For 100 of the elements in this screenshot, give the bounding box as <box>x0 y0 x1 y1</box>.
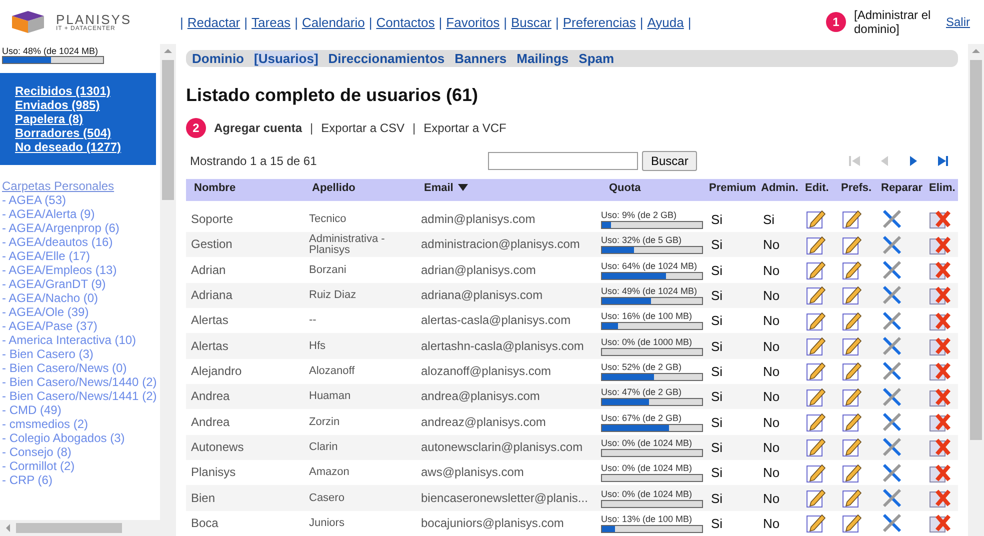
folder-link[interactable]: - AGEA/Empleos (13) <box>0 263 160 277</box>
tab[interactable]: Mailings <box>516 51 569 66</box>
search-button[interactable]: Buscar <box>642 150 698 171</box>
action-link[interactable]: Exportar a VCF <box>424 121 506 135</box>
scrollbar-thumb[interactable] <box>16 523 122 533</box>
folder-link[interactable]: - AGEA/Alerta (9) <box>0 207 160 221</box>
folder-link[interactable]: - AGEA/deautos (16) <box>0 235 160 249</box>
edit-button[interactable] <box>805 411 827 434</box>
folder-link[interactable]: - Bien Casero/News (0) <box>0 361 160 375</box>
prefs-button[interactable] <box>841 512 863 534</box>
edit-button[interactable] <box>805 360 827 382</box>
prefs-button[interactable] <box>841 411 863 434</box>
prefs-button[interactable] <box>841 436 863 458</box>
menu-link[interactable]: Contactos <box>376 14 435 30</box>
menu-link[interactable]: Favoritos <box>446 14 500 30</box>
folder-link[interactable]: - Cormillot (2) <box>0 459 160 473</box>
folder-link[interactable]: - AGEA/Pase (37) <box>0 319 160 333</box>
vertical-scrollbar[interactable] <box>968 44 984 536</box>
mailbox-link[interactable]: Borradores (504) <box>15 126 156 140</box>
column-header[interactable]: Email <box>416 182 468 194</box>
scrollbar-thumb[interactable] <box>162 60 174 200</box>
mailbox-link[interactable]: Papelera (8) <box>15 112 156 126</box>
prefs-button[interactable] <box>841 208 863 230</box>
tab[interactable]: [Usuarios] <box>254 51 318 66</box>
prefs-button[interactable] <box>841 310 863 332</box>
prefs-button[interactable] <box>841 234 863 256</box>
edit-button[interactable] <box>805 234 827 256</box>
sort-down-icon[interactable] <box>458 184 468 192</box>
up-arrow-icon[interactable] <box>164 47 172 55</box>
menu-link[interactable]: Tareas <box>252 14 291 30</box>
repair-button[interactable] <box>881 335 903 358</box>
tab[interactable]: Banners <box>454 51 507 66</box>
folder-link[interactable]: - AGEA/GranDT (9) <box>0 277 160 291</box>
repair-button[interactable] <box>881 411 903 434</box>
prefs-button[interactable] <box>841 462 863 484</box>
edit-button[interactable] <box>805 487 827 510</box>
prefs-button[interactable] <box>841 360 863 382</box>
menu-link[interactable]: Preferencias <box>562 14 636 30</box>
mailbox-link[interactable]: Recibidos (1301) <box>15 84 156 98</box>
mailbox-link[interactable]: Enviados (985) <box>15 98 156 112</box>
repair-button[interactable] <box>881 360 903 382</box>
repair-button[interactable] <box>881 284 903 306</box>
edit-button[interactable] <box>805 462 827 484</box>
prefs-button[interactable] <box>841 284 863 306</box>
edit-button[interactable] <box>805 386 827 408</box>
delete-button[interactable] <box>929 411 951 434</box>
action-link[interactable]: Agregar cuenta <box>214 121 302 135</box>
prefs-button[interactable] <box>841 259 863 282</box>
edit-button[interactable] <box>805 335 827 358</box>
action-link[interactable]: Exportar a CSV <box>321 121 405 135</box>
folder-link[interactable]: - Bien Casero/News/1440 (2) <box>0 375 160 389</box>
vertical-scrollbar[interactable] <box>160 44 176 520</box>
folder-link[interactable]: - Bien Casero (3) <box>0 347 160 361</box>
folder-link[interactable]: - Colegio Abogados (3) <box>0 431 160 445</box>
delete-button[interactable] <box>929 284 951 306</box>
repair-button[interactable] <box>881 487 903 510</box>
menu-link[interactable]: Ayuda <box>647 14 684 30</box>
admin-domain-link[interactable]: [Administrar el dominio] <box>854 8 938 36</box>
edit-button[interactable] <box>805 512 827 534</box>
folder-link[interactable]: - AGEA/Nacho (0) <box>0 291 160 305</box>
folder-link[interactable]: - cmsmedios (2) <box>0 417 160 431</box>
menu-link[interactable]: Redactar <box>187 14 240 30</box>
repair-button[interactable] <box>881 310 903 332</box>
edit-button[interactable] <box>805 208 827 230</box>
tab[interactable]: Direccionamientos <box>328 51 445 66</box>
search-field[interactable] <box>488 152 638 170</box>
delete-button[interactable] <box>929 259 951 282</box>
tab[interactable]: Spam <box>578 51 614 66</box>
repair-button[interactable] <box>881 259 903 282</box>
folder-link[interactable]: - CRP (6) <box>0 473 160 487</box>
folder-link[interactable]: - Consejo (8) <box>0 445 160 459</box>
delete-button[interactable] <box>929 335 951 358</box>
repair-button[interactable] <box>881 208 903 230</box>
logout-link[interactable]: Salir <box>946 15 970 29</box>
repair-button[interactable] <box>881 436 903 458</box>
repair-button[interactable] <box>881 462 903 484</box>
prefs-button[interactable] <box>841 335 863 358</box>
folder-link[interactable]: - CMD (49) <box>0 403 160 417</box>
edit-button[interactable] <box>805 310 827 332</box>
folders-title-link[interactable]: Carpetas Personales <box>2 179 160 193</box>
horizontal-scrollbar[interactable] <box>0 520 176 536</box>
folder-link[interactable]: - Bien Casero/News/1441 (2) <box>0 389 160 403</box>
repair-button[interactable] <box>881 234 903 256</box>
folder-link[interactable]: - AGEA/Elle (17) <box>0 249 160 263</box>
folder-link[interactable]: - AGEA/Argenprop (6) <box>0 221 160 235</box>
left-arrow-icon[interactable] <box>4 524 12 532</box>
edit-button[interactable] <box>805 259 827 282</box>
delete-button[interactable] <box>929 512 951 534</box>
delete-button[interactable] <box>929 208 951 230</box>
edit-button[interactable] <box>805 436 827 458</box>
tab[interactable]: Dominio <box>192 51 244 66</box>
delete-button[interactable] <box>929 487 951 510</box>
delete-button[interactable] <box>929 436 951 458</box>
prefs-button[interactable] <box>841 487 863 510</box>
prefs-button[interactable] <box>841 386 863 408</box>
repair-button[interactable] <box>881 512 903 534</box>
up-arrow-icon[interactable] <box>972 47 980 55</box>
repair-button[interactable] <box>881 386 903 408</box>
folder-link[interactable]: - AGEA (53) <box>0 193 160 207</box>
delete-button[interactable] <box>929 360 951 382</box>
